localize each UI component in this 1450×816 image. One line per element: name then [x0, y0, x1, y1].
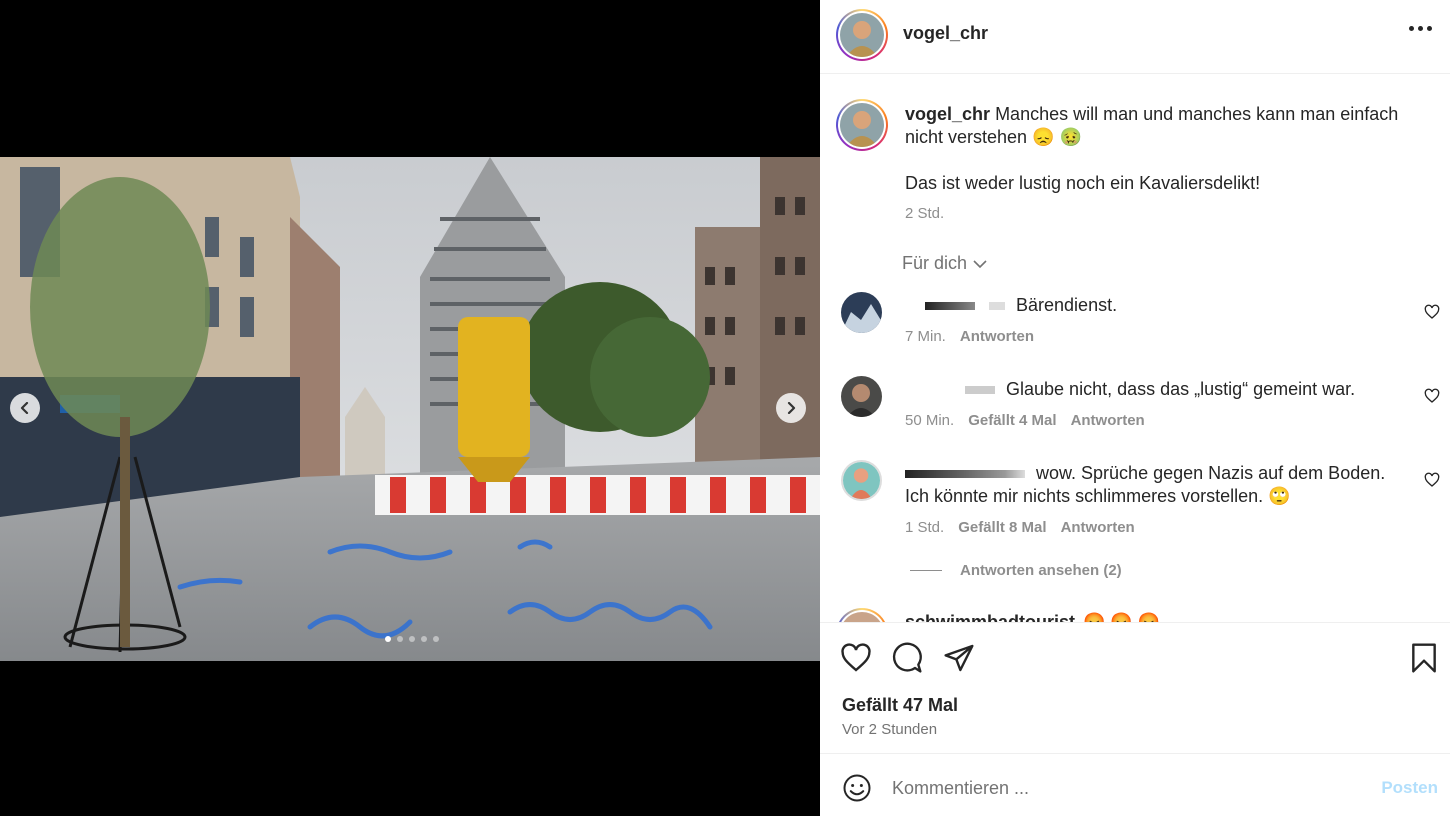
- carousel-dot: [409, 636, 415, 642]
- replies-divider: [910, 570, 942, 571]
- carousel-dot: [397, 636, 403, 642]
- redacted-username: [905, 386, 995, 395]
- profile-photo-icon: [841, 292, 882, 333]
- carousel-dot: [433, 636, 439, 642]
- carousel-prev-button[interactable]: [10, 393, 40, 423]
- comment-composer: Posten: [820, 755, 1450, 816]
- chevron-left-icon: [20, 402, 29, 414]
- avatar[interactable]: [841, 376, 882, 417]
- view-replies-label: Antworten ansehen (2): [960, 562, 1122, 579]
- post-side-panel: vogel_chr vogel_chr Manches will man und…: [820, 0, 1450, 816]
- comment-meta: 7 Min. Antworten: [905, 328, 1034, 345]
- comment-heart-icon[interactable]: [1424, 304, 1440, 320]
- post-actions: Gefällt 47 Mal Vor 2 Stunden: [820, 622, 1450, 754]
- reply-button[interactable]: Antworten: [1061, 519, 1135, 536]
- carousel-indicator: [385, 636, 439, 642]
- bookmark-icon[interactable]: [1408, 642, 1440, 674]
- view-replies-button[interactable]: Antworten ansehen (2): [910, 562, 1122, 579]
- street-photo-image: [0, 157, 820, 661]
- reply-button[interactable]: Antworten: [1071, 412, 1145, 429]
- post-photo[interactable]: [0, 157, 820, 661]
- caption: vogel_chr Manches will man und manches k…: [905, 103, 1435, 149]
- header-username[interactable]: vogel_chr: [903, 23, 988, 44]
- comment-text: Glaube nicht, dass das „lustig“ gemeint …: [1006, 379, 1356, 399]
- caption-avatar[interactable]: [836, 99, 888, 151]
- caption-text-2: Das ist weder lustig noch ein Kavaliersd…: [905, 173, 1261, 193]
- post-comment-button[interactable]: Posten: [1381, 778, 1438, 798]
- comment-time: 1 Std.: [905, 519, 945, 536]
- post-header: vogel_chr: [820, 0, 1450, 74]
- comment-input[interactable]: [892, 775, 1362, 801]
- carousel-dot: [421, 636, 427, 642]
- emoji-smile-icon[interactable]: [842, 773, 872, 803]
- redacted-username: [905, 470, 1025, 479]
- send-icon[interactable]: [943, 642, 975, 674]
- comment-text-row: Bärendienst.: [905, 294, 1410, 317]
- more-options-button[interactable]: [1409, 26, 1432, 31]
- avatar[interactable]: [841, 292, 882, 333]
- comment-item-partial: schwimmbadtourist 😡 😡 😡: [836, 602, 1436, 622]
- caption-time: 2 Std.: [905, 205, 945, 222]
- chevron-right-icon: [787, 402, 796, 414]
- redacted-username: [905, 302, 1005, 311]
- comment-likes[interactable]: Gefällt 4 Mal: [968, 412, 1056, 429]
- carousel-next-button[interactable]: [776, 393, 806, 423]
- comment-time: 7 Min.: [905, 328, 946, 345]
- carousel-dot: [385, 636, 391, 642]
- comment-meta: 1 Std. Gefällt 8 Mal Antworten: [905, 519, 1135, 536]
- partial-comment-emojis: 😡 😡 😡: [1083, 612, 1161, 622]
- likes-count[interactable]: Gefällt 47 Mal: [842, 695, 958, 716]
- comment-heart-icon[interactable]: [1424, 388, 1440, 404]
- profile-photo-icon: [843, 462, 880, 499]
- comment-text: Bärendienst.: [1016, 295, 1118, 315]
- comment-filter-label: Für dich: [902, 253, 968, 273]
- partial-comment-username[interactable]: schwimmbadtourist: [905, 612, 1075, 622]
- profile-photo-icon: [840, 103, 884, 147]
- comment-time: 50 Min.: [905, 412, 955, 429]
- caption-username[interactable]: vogel_chr: [905, 104, 990, 124]
- avatar[interactable]: [836, 9, 888, 61]
- comment-meta: 50 Min. Gefällt 4 Mal Antworten: [905, 412, 1145, 429]
- post-media: [0, 0, 820, 816]
- comment-likes[interactable]: Gefällt 8 Mal: [958, 519, 1046, 536]
- avatar[interactable]: [836, 608, 888, 622]
- post-timestamp: Vor 2 Stunden: [842, 721, 938, 738]
- chevron-down-icon: [973, 259, 987, 268]
- reply-button[interactable]: Antworten: [960, 328, 1034, 345]
- comment-icon[interactable]: [891, 642, 923, 674]
- comment-filter-dropdown[interactable]: Für dich: [902, 253, 987, 274]
- comment-text-row: Glaube nicht, dass das „lustig“ gemeint …: [905, 378, 1410, 401]
- heart-icon[interactable]: [840, 642, 872, 674]
- avatar[interactable]: [841, 460, 882, 501]
- profile-photo-icon: [840, 13, 884, 57]
- comments-scroll-area[interactable]: vogel_chr Manches will man und manches k…: [820, 75, 1450, 622]
- profile-photo-icon: [841, 376, 882, 417]
- comment-text-row: wow. Sprüche gegen Nazis auf dem Boden. …: [905, 462, 1410, 508]
- comment-heart-icon[interactable]: [1424, 472, 1440, 488]
- more-horizontal-icon: [1409, 26, 1414, 31]
